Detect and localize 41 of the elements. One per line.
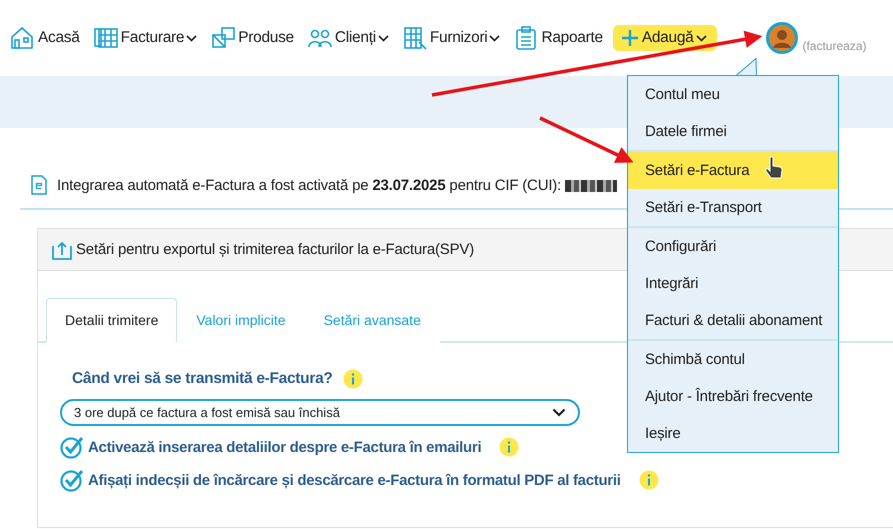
- menu-item[interactable]: Facturi & detalii abonament: [628, 302, 838, 339]
- document-icon: [31, 175, 47, 195]
- info-icon[interactable]: [638, 470, 659, 490]
- plus-icon: [620, 29, 639, 47]
- menu-item[interactable]: Schimbă contul: [628, 341, 838, 378]
- menu-item[interactable]: Ajutor - Întrebări frecvente: [628, 378, 838, 415]
- option-label: Afișați indecșii de încărcare și descărcare e-Factura în formatul PDF al facturii: [88, 472, 621, 488]
- house-icon: [10, 25, 36, 51]
- add-button[interactable]: Adaugă: [612, 25, 718, 51]
- question-label: Când vrei să se transmită e-Factura?: [72, 370, 333, 388]
- hand-cursor-icon: [764, 156, 784, 180]
- chevron-icon: [552, 408, 566, 417]
- boxes-icon: [210, 25, 236, 51]
- info-icon[interactable]: [342, 369, 363, 389]
- notice-text: Integrarea automată e-Factura a fost activată pe 23.07.2025 pentru CIF (CUI):: [57, 176, 618, 194]
- menu-item[interactable]: Integrări: [628, 265, 838, 302]
- menu-item[interactable]: Ieșire: [628, 415, 838, 452]
- menu-item[interactable]: Contul meu: [628, 76, 838, 113]
- panel-title: Setări pentru exportul și trimiterea facturilor la e-Factura(SPV): [76, 241, 474, 258]
- menu-item[interactable]: Setări e-Transport: [628, 189, 838, 226]
- user-role: (factureaza): [802, 39, 866, 53]
- option-label: Activează inserarea detaliilor despre e-Factura în emailuri: [88, 438, 482, 456]
- nav-link[interactable]: Furnizori: [402, 25, 500, 51]
- checkbox[interactable]: [60, 435, 84, 459]
- nav-link[interactable]: Facturare: [92, 25, 198, 51]
- nav-link[interactable]: Produse: [210, 25, 294, 51]
- info-icon[interactable]: [499, 437, 520, 457]
- checkbox[interactable]: [60, 468, 84, 492]
- timing-select[interactable]: 3 ore după ce factura a fost emisă sau închisă: [60, 399, 580, 426]
- menu-item[interactable]: Setări e-Factura: [628, 152, 838, 189]
- caret-icon: [696, 34, 708, 42]
- nav-link[interactable]: Acasă: [10, 25, 80, 51]
- upload-icon: [52, 240, 72, 260]
- avatar[interactable]: [766, 22, 798, 54]
- table-icon: [402, 25, 428, 51]
- nav-link[interactable]: Rapoarte: [513, 25, 603, 51]
- menu-item[interactable]: Datele firmei: [628, 113, 838, 150]
- invoice-stack-icon: [92, 25, 119, 51]
- tab[interactable]: Detalii trimitere: [46, 298, 178, 343]
- menu-item[interactable]: Configurări: [628, 228, 838, 265]
- nav-link[interactable]: Clienți: [306, 25, 389, 51]
